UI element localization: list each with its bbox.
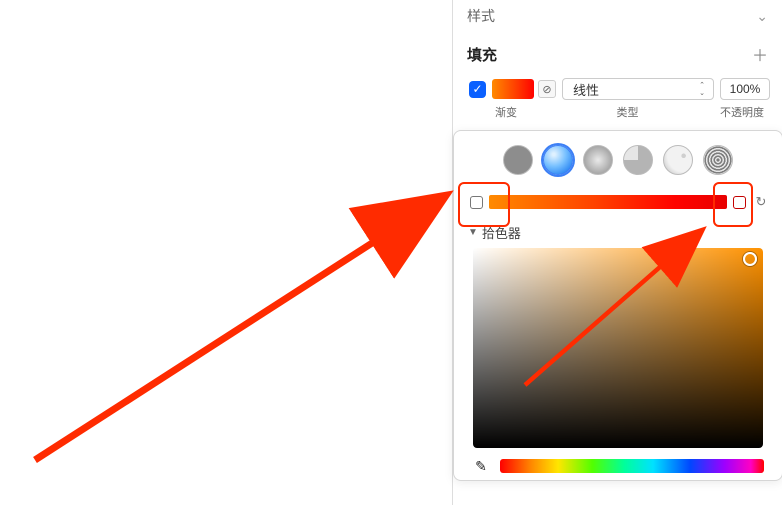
label-opacity: 不透明度 (716, 104, 768, 120)
gradient-type-row (464, 141, 772, 187)
rotate-gradient-icon[interactable]: ↻ (752, 193, 770, 211)
fill-type-value: 线性 (573, 80, 599, 99)
label-swatch: 渐变 (473, 104, 539, 120)
stepper-icon: ⌃ ⌄ (699, 82, 705, 97)
picker-section-header[interactable]: ▼ 拾色器 (464, 221, 772, 248)
fill-section-title: 填充 (467, 44, 497, 65)
gradient-type-solid[interactable] (503, 145, 533, 175)
eyedropper-icon[interactable]: ✎ (470, 458, 492, 474)
gradient-stop-right[interactable] (733, 196, 746, 209)
gradient-type-linear-selected[interactable] (543, 145, 573, 175)
fill-opacity-value: 100% (730, 82, 761, 96)
color-field-cursor[interactable] (743, 252, 757, 266)
color-field[interactable] (473, 248, 763, 448)
hue-slider[interactable] (500, 459, 764, 473)
gradient-bar-row: ↻ (464, 187, 772, 221)
gradient-bar[interactable] (489, 195, 727, 209)
fill-row: ✓ ⊘ 线性 ⌃ ⌄ 100% (453, 74, 782, 102)
link-icon[interactable]: ⊘ (538, 80, 556, 98)
fill-swatch[interactable] (492, 79, 534, 99)
fill-type-select[interactable]: 线性 ⌃ ⌄ (562, 78, 714, 100)
fill-section-header: 填充 ＋ (453, 32, 782, 74)
inspector-panel: 样式 ⌄ 填充 ＋ ✓ ⊘ 线性 ⌃ ⌄ 100% 渐变 类型 不透明度 (452, 0, 782, 505)
picker-label-text: 拾色器 (482, 223, 521, 242)
fill-column-labels: 渐变 类型 不透明度 (453, 102, 782, 120)
triangle-down-icon: ▼ (468, 227, 478, 238)
gradient-popover: ↻ ▼ 拾色器 ✎ (453, 130, 782, 481)
style-section-header[interactable]: 样式 ⌄ (453, 0, 782, 32)
gradient-type-radial[interactable] (583, 145, 613, 175)
style-section-title: 样式 (467, 6, 495, 26)
fill-opacity-input[interactable]: 100% (720, 78, 770, 100)
chevron-down-icon: ⌄ (756, 8, 768, 25)
fill-enabled-checkbox[interactable]: ✓ (469, 81, 486, 98)
label-type: 类型 (539, 104, 716, 120)
gradient-type-noise[interactable] (703, 145, 733, 175)
gradient-stop-left[interactable] (470, 196, 483, 209)
gradient-type-image[interactable] (663, 145, 693, 175)
hue-row: ✎ (464, 454, 772, 476)
add-fill-button[interactable]: ＋ (752, 42, 768, 66)
gradient-type-angular[interactable] (623, 145, 653, 175)
